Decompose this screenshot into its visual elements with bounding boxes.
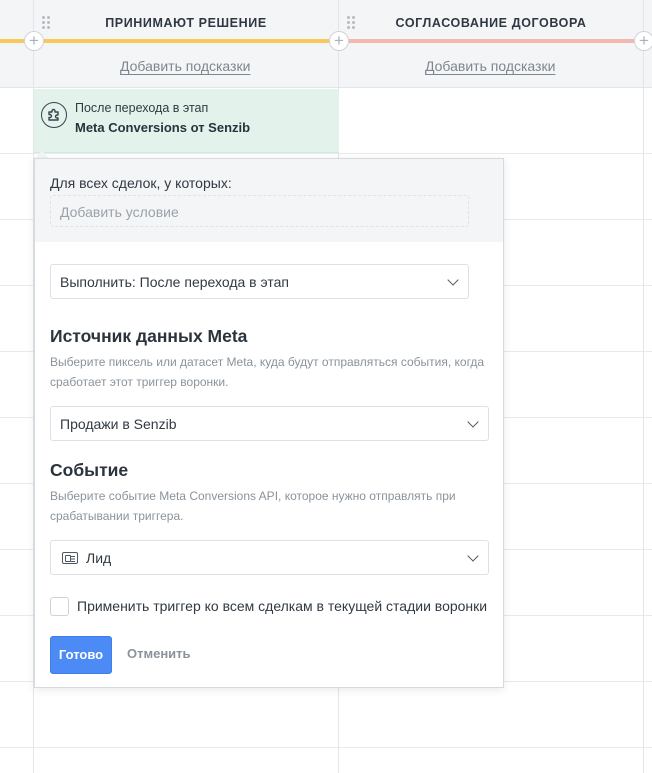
- chevron-down-icon: [447, 274, 459, 286]
- trigger-settings-popover: Для всех сделок, у которых: Добавить усл…: [34, 158, 504, 688]
- event-select[interactable]: Лид: [50, 540, 489, 575]
- execute-when-select[interactable]: Выполнить: После перехода в этап: [50, 264, 469, 299]
- meta-source-value: Продажи в Senzib: [60, 416, 177, 432]
- apply-all-checkbox[interactable]: [50, 597, 69, 616]
- trigger-subtitle: После перехода в этап: [75, 101, 209, 115]
- trigger-card[interactable]: После перехода в этап Meta Conversions о…: [34, 89, 339, 153]
- cancel-button[interactable]: Отменить: [127, 646, 191, 661]
- condition-label: Для всех сделок, у которых:: [50, 175, 232, 191]
- add-stage-plus-icon[interactable]: +: [24, 31, 44, 51]
- chevron-down-icon: [467, 550, 479, 562]
- row-divider: [0, 153, 652, 154]
- stage-bar-decision: [34, 39, 338, 43]
- add-hints-link[interactable]: Добавить подсказки: [120, 58, 250, 74]
- add-stage-plus-icon[interactable]: +: [329, 31, 349, 51]
- column-title-contract: СОГЛАСОВАНИЕ ДОГОВОРА: [395, 16, 587, 30]
- meta-source-description: Выберите пиксель или датасет Meta, куда …: [50, 355, 485, 389]
- stage-bar-contract: [339, 39, 643, 43]
- add-hints-link[interactable]: Добавить подсказки: [425, 58, 555, 74]
- condition-section: Для всех сделок, у которых: Добавить усл…: [35, 159, 503, 242]
- row-divider: [0, 747, 652, 748]
- chevron-down-icon: [467, 416, 479, 428]
- meta-source-select[interactable]: Продажи в Senzib: [50, 406, 489, 441]
- add-condition-input[interactable]: Добавить условие: [50, 195, 469, 227]
- event-value: Лид: [86, 550, 112, 566]
- add-stage-plus-icon[interactable]: +: [634, 31, 652, 51]
- event-title: Событие: [50, 460, 129, 480]
- pipeline-header: [0, 0, 652, 88]
- trigger-title: Meta Conversions от Senzib: [75, 120, 251, 135]
- execute-when-value: Выполнить: После перехода в этап: [60, 274, 289, 290]
- id-card-icon: [62, 552, 78, 564]
- done-button[interactable]: Готово: [50, 636, 112, 674]
- column-title-decision: ПРИНИМАЮТ РЕШЕНИЕ: [105, 16, 267, 30]
- puzzle-icon: [41, 102, 67, 128]
- meta-source-title: Источник данных Meta: [50, 326, 248, 346]
- event-description: Выберите событие Meta Conversions API, к…: [50, 489, 456, 523]
- apply-all-label[interactable]: Применить триггер ко всем сделкам в теку…: [77, 598, 487, 614]
- column-divider: [643, 0, 644, 773]
